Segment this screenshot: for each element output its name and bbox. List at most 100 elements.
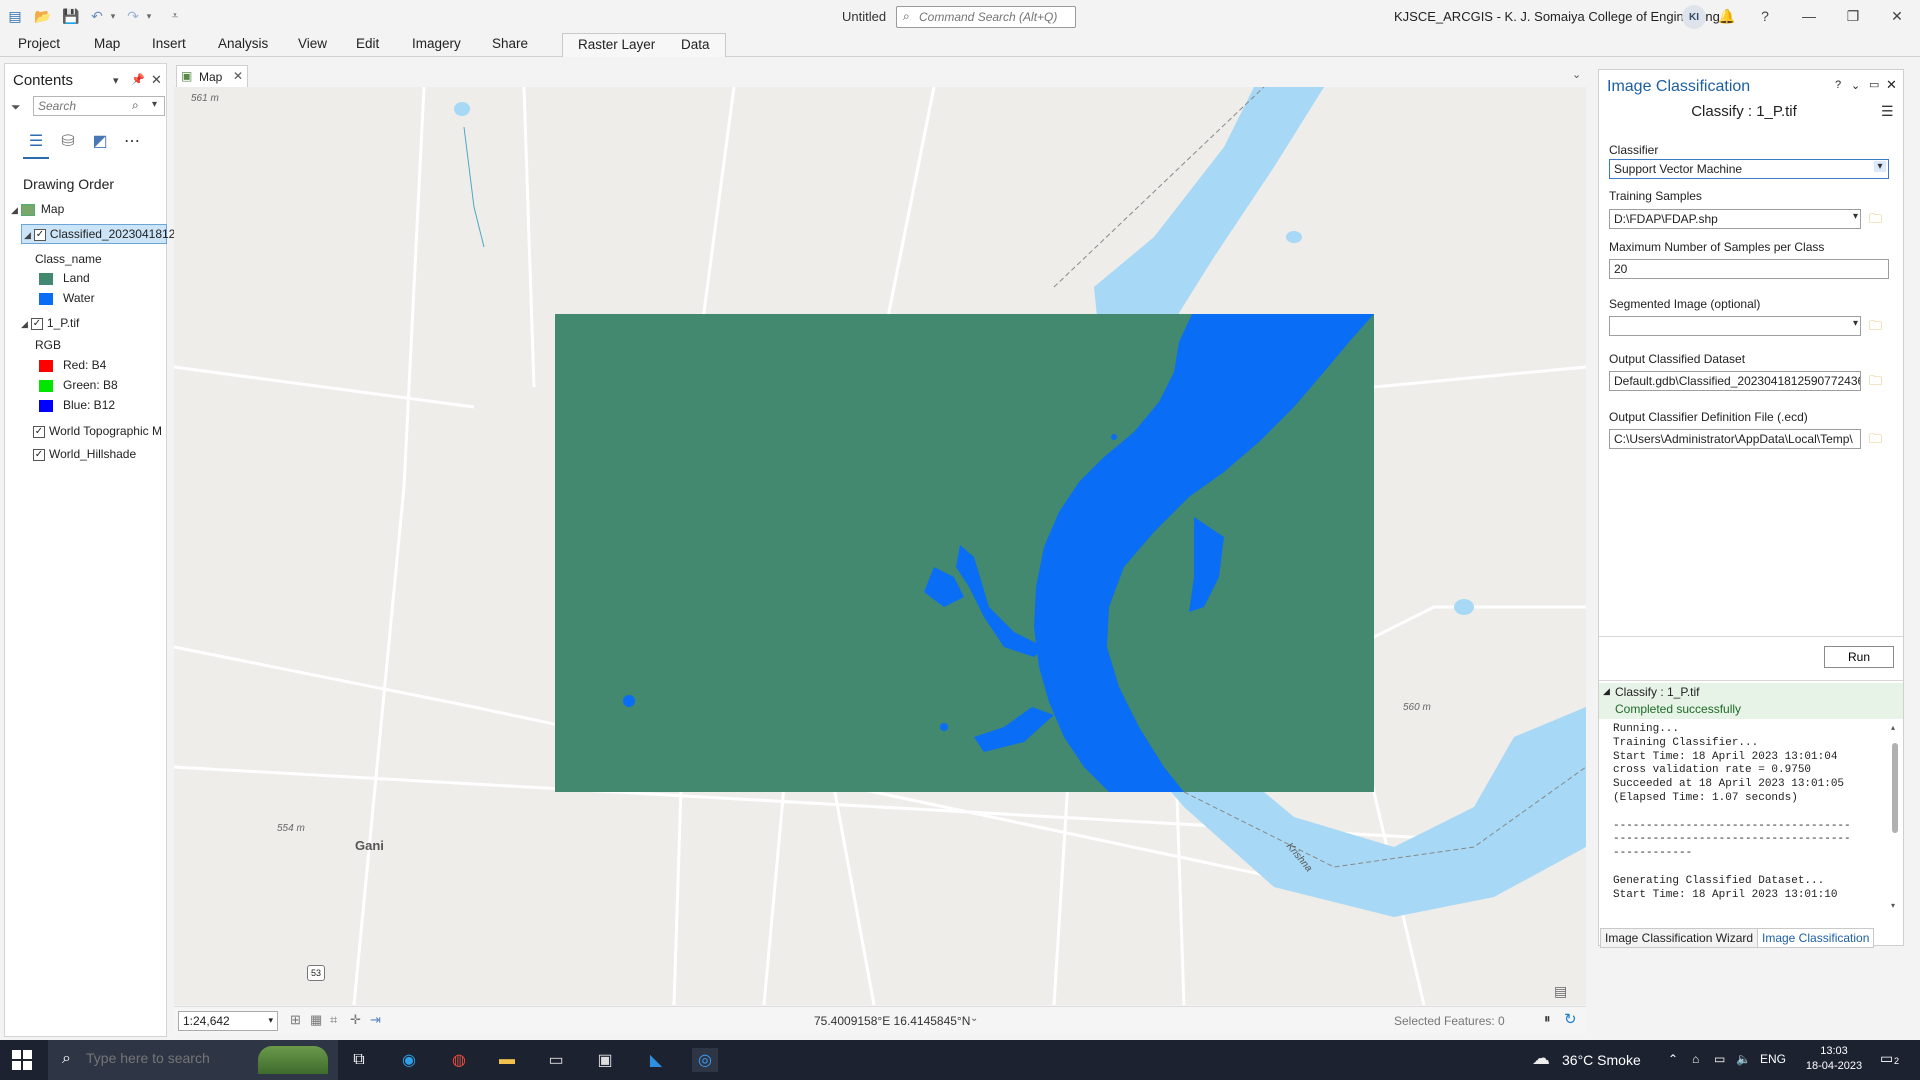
chevron-down-icon[interactable]: ▾ — [1853, 318, 1858, 329]
layer-visibility-checkbox[interactable]: ✓ — [33, 425, 45, 438]
redo-dropdown-icon[interactable]: ▾ — [140, 7, 158, 25]
classifier-select[interactable]: Support Vector Machine ▾ — [1609, 159, 1889, 179]
refresh-icon[interactable]: ↻ — [1564, 1010, 1577, 1028]
snapping-icon[interactable]: ⌗ — [330, 1012, 337, 1028]
selected-features-count[interactable]: Selected Features: 0 — [1394, 1014, 1505, 1028]
segmented-image-field[interactable]: ▾ — [1609, 316, 1861, 336]
chevron-down-icon[interactable]: ▾ — [268, 1015, 273, 1026]
tab-map[interactable]: Map — [94, 36, 120, 51]
chevron-down-icon[interactable]: ▾ — [152, 99, 157, 110]
display-icon[interactable]: ▭ — [1714, 1052, 1725, 1066]
chevron-down-icon[interactable]: ⌄ — [1572, 68, 1581, 81]
vscode-icon[interactable]: ◣ — [643, 1048, 669, 1072]
windows-start-icon[interactable] — [12, 1050, 32, 1070]
crosshair-icon[interactable]: ✛ — [350, 1012, 361, 1028]
clock[interactable]: 13:03 18-04-2023 — [1804, 1044, 1864, 1074]
open-project-icon[interactable]: 📂 — [34, 7, 52, 25]
list-by-drawing-order-icon[interactable]: ☰ — [25, 130, 47, 152]
minimize-icon[interactable]: — — [1796, 4, 1822, 28]
tab-share[interactable]: Share — [492, 36, 528, 51]
collapse-icon[interactable]: ◢ — [11, 205, 18, 215]
filter-icon[interactable]: ⏷ — [11, 100, 21, 115]
arcgis-pro-icon[interactable]: ◎ — [692, 1048, 718, 1072]
tab-data[interactable]: Data — [681, 37, 710, 52]
output-dataset-field[interactable]: Default.gdb\Classified_20230418125907724… — [1609, 371, 1861, 391]
notification-center-icon[interactable]: ▭ — [1880, 1050, 1893, 1067]
folder-icon[interactable]: 🗀 — [1869, 372, 1882, 394]
maximize-icon[interactable]: ▭ — [1869, 78, 1879, 91]
file-explorer-icon[interactable]: ▬ — [494, 1048, 520, 1072]
language-indicator[interactable]: ENG — [1760, 1052, 1786, 1066]
scroll-up-icon[interactable]: ▴ — [1891, 723, 1895, 732]
layer-visibility-checkbox[interactable]: ✓ — [30, 317, 43, 330]
list-by-data-source-icon[interactable]: ⛁ — [57, 130, 79, 152]
notifications-icon[interactable]: 🔔 — [1714, 4, 1740, 28]
chevron-down-icon[interactable]: ▾ — [1853, 211, 1858, 222]
map-view[interactable]: 561 m 560 m 554 m Gani Krishna 53 ▤ — [174, 87, 1586, 1005]
tab-imagery[interactable]: Imagery — [412, 36, 461, 51]
terminal-icon[interactable]: ▭ — [543, 1048, 569, 1072]
run-button[interactable]: Run — [1824, 646, 1894, 668]
band-item-red[interactable]: Red: B4 — [39, 358, 106, 372]
legend-item-land[interactable]: Land — [39, 271, 90, 285]
tab-image-classification-wizard[interactable]: Image Classification Wizard — [1600, 928, 1759, 948]
legend-item-water[interactable]: Water — [39, 291, 95, 305]
pause-icon[interactable]: ⏸ — [1544, 1011, 1551, 1027]
edge-icon[interactable]: ◉ — [396, 1048, 422, 1072]
search-icon[interactable]: ⌕ — [132, 98, 139, 113]
close-pane-icon[interactable]: ✕ — [1886, 77, 1897, 93]
save-project-icon[interactable]: 💾 — [62, 7, 80, 25]
contents-search[interactable]: ⌕ ▾ — [33, 96, 165, 116]
help-icon[interactable]: ? — [1835, 79, 1841, 91]
collapse-icon[interactable]: ◢ — [24, 230, 31, 240]
close-window-icon[interactable]: ✕ — [1884, 4, 1910, 28]
collapse-icon[interactable]: ◢ — [21, 319, 28, 329]
vertical-scrollbar[interactable]: ▴ ▾ — [1889, 723, 1901, 913]
undo-dropdown-icon[interactable]: ▾ — [104, 7, 122, 25]
pane-options-icon[interactable]: ▾ — [113, 74, 119, 87]
scroll-down-icon[interactable]: ▾ — [1891, 901, 1895, 910]
folder-icon[interactable]: 🗀 — [1869, 210, 1882, 232]
chevron-down-icon[interactable]: ⌄ — [970, 1013, 978, 1024]
pin-icon[interactable]: 📌 — [131, 73, 145, 86]
tab-image-classification[interactable]: Image Classification — [1757, 928, 1875, 948]
taskbar-search-input[interactable] — [86, 1050, 286, 1066]
taskbar-search[interactable]: ⌕ — [48, 1040, 338, 1080]
weather-icon[interactable]: ☁ — [1532, 1048, 1550, 1069]
grid-icon[interactable]: ▦ — [310, 1012, 322, 1028]
scale-selector[interactable]: 1:24,642 ▾ — [178, 1011, 278, 1031]
command-prompt-icon[interactable]: ▣ — [592, 1048, 618, 1072]
layer-visibility-checkbox[interactable]: ✓ — [33, 448, 45, 461]
list-by-selection-icon[interactable]: ◩ — [89, 130, 111, 152]
close-pane-icon[interactable]: ✕ — [151, 72, 162, 88]
tab-raster-layer[interactable]: Raster Layer — [578, 37, 655, 52]
contents-search-input[interactable] — [38, 99, 128, 113]
volume-icon[interactable]: 🔈 — [1736, 1052, 1751, 1066]
tree-item-world-topographic[interactable]: ✓ World Topographic M — [33, 424, 167, 438]
folder-icon[interactable]: 🗀 — [1869, 430, 1882, 452]
task-view-icon[interactable]: ⧉ — [346, 1048, 372, 1072]
folder-icon[interactable]: 🗀 — [1869, 317, 1882, 339]
user-avatar[interactable]: KI — [1682, 5, 1706, 29]
tab-analysis[interactable]: Analysis — [218, 36, 268, 51]
help-icon[interactable]: ? — [1752, 4, 1778, 28]
output-ecd-field[interactable]: C:\Users\Administrator\AppData\Local\Tem… — [1609, 429, 1861, 449]
tree-item-world-hillshade[interactable]: ✓ World_Hillshade — [33, 447, 136, 461]
tab-project[interactable]: Project — [18, 36, 60, 51]
tab-view[interactable]: View — [298, 36, 327, 51]
scrollbar-thumb[interactable] — [1892, 743, 1898, 833]
chevron-down-icon[interactable]: ⌄ — [1851, 79, 1860, 92]
layer-visibility-checkbox[interactable]: ✓ — [33, 228, 46, 241]
chrome-icon[interactable]: ◍ — [446, 1048, 472, 1072]
tab-map-view[interactable]: ▣ Map ✕ — [176, 65, 248, 87]
weather-label[interactable]: 36°C Smoke — [1562, 1052, 1641, 1068]
more-options-icon[interactable]: ⋯ — [121, 130, 143, 152]
tree-item-map[interactable]: ◢ Map — [11, 202, 64, 216]
max-samples-input[interactable]: 20 — [1609, 259, 1889, 279]
network-icon[interactable]: ⌂ — [1692, 1052, 1699, 1066]
band-item-green[interactable]: Green: B8 — [39, 378, 118, 392]
chevron-up-icon[interactable]: ⌃ — [1668, 1052, 1678, 1066]
tab-insert[interactable]: Insert — [152, 36, 186, 51]
band-item-blue[interactable]: Blue: B12 — [39, 398, 115, 412]
command-search-input[interactable] — [919, 9, 1069, 25]
